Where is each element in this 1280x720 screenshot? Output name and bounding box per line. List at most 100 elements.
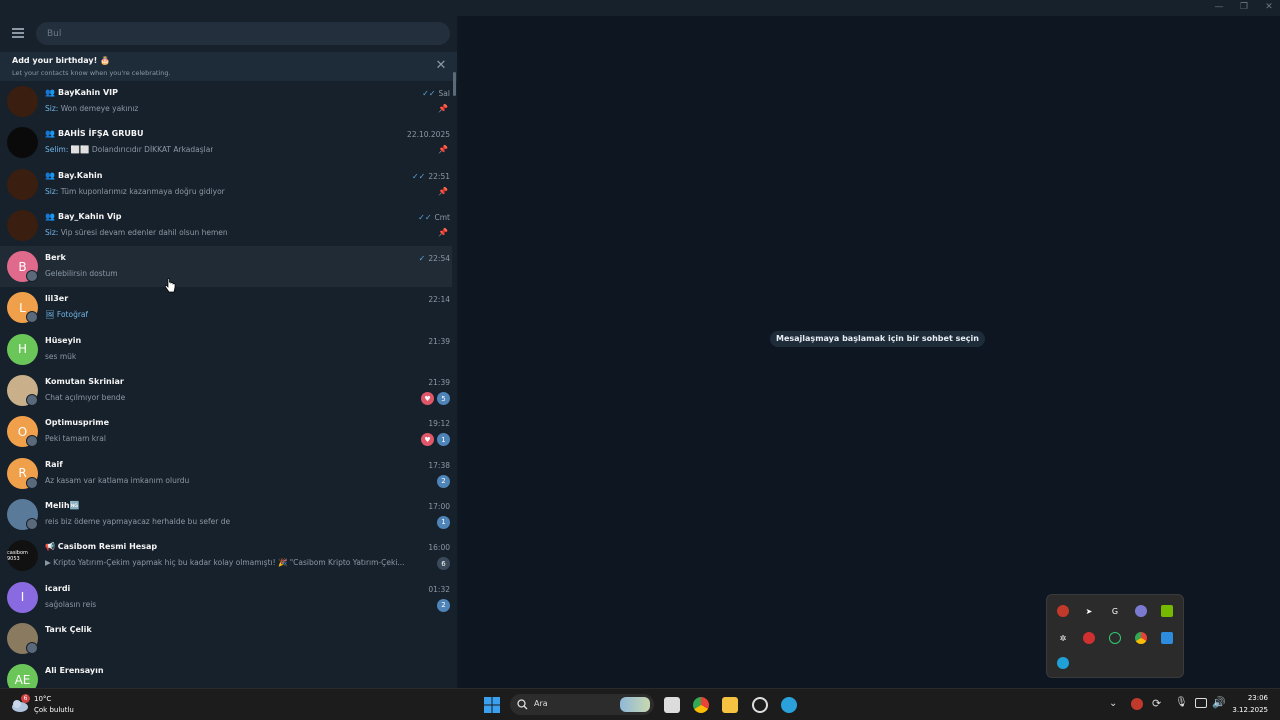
nvidia-tray-icon[interactable] (1161, 605, 1173, 617)
app-icon[interactable] (752, 697, 768, 713)
story-badge-icon (26, 394, 38, 407)
app-tray-icon[interactable] (1083, 632, 1095, 644)
chat-sender: Siz: (45, 227, 59, 237)
sync-icon[interactable]: ⟳ (1152, 697, 1161, 710)
network-icon[interactable] (1195, 698, 1207, 708)
avatar (7, 209, 38, 241)
chat-badges: 2 (437, 474, 450, 488)
chat-name-text: Raif (45, 459, 63, 469)
weather-badge: 6 (21, 694, 30, 703)
file-explorer-icon[interactable] (722, 697, 738, 713)
chat-time: 22.10.2025 (407, 130, 450, 139)
group-icon: 👥 (45, 88, 55, 97)
chat-list-item[interactable]: B Berk ✓ 22:54 Gelebilirsin dostum (0, 246, 452, 288)
chat-preview-text: Vip süresi devam edenler dahil olsun hem… (60, 227, 228, 237)
chat-name: icardi (45, 584, 70, 593)
chat-name: Ali Erensayın (45, 666, 104, 675)
chrome-tray-icon[interactable] (1135, 632, 1147, 644)
group-icon: 👥 (45, 170, 55, 180)
chat-preview: Peki tamam kral (45, 434, 106, 443)
chat-preview: Siz: Vip süresi devam edenler dahil olsu… (45, 228, 228, 237)
chat-list-item[interactable]: Tarık Çelik (0, 618, 452, 659)
chat-badges: 6 (437, 557, 450, 571)
chat-sender: Selim: (45, 145, 69, 155)
chat-time: ✓✓ 22:51 (412, 172, 450, 181)
telegram-tray-icon[interactable]: ➤ (1083, 605, 1095, 617)
app-tray-icon[interactable] (1135, 605, 1147, 617)
chat-time-text: 22:54 (428, 254, 450, 264)
app-tray-icon[interactable] (1161, 632, 1173, 644)
chat-list-item[interactable]: 👥 Bay_Kahin Vip ✓✓ Cmt Siz: Vip süresi devam… (0, 205, 452, 246)
unread-count-badge: 2 (437, 598, 450, 612)
chat-time-text: 19:12 (428, 419, 450, 429)
chat-badges: 2 (437, 598, 450, 612)
edge-tray-icon[interactable] (1057, 657, 1069, 669)
mouse-cursor (165, 278, 176, 293)
chat-preview-text: reis biz ödeme yapmayacaz herhalde bu se… (45, 516, 231, 526)
avatar (7, 86, 38, 117)
read-check-icon: ✓✓ (418, 212, 432, 222)
app-tray-icon[interactable] (1109, 632, 1121, 644)
clock-date[interactable]: 3.12.2025 (1226, 706, 1268, 714)
chat-time-text: 01:32 (428, 584, 450, 594)
chat-list-item[interactable]: Llil3er 22:14 🖼 Fotoğraf (0, 287, 452, 328)
chat-list-item[interactable]: 👥 Bay.Kahin ✓✓ 22:51 Siz: Tüm kuponlarımız k… (0, 164, 452, 205)
microphone-icon[interactable]: 🎙 (1175, 697, 1188, 708)
chat-name: Berk (45, 253, 66, 262)
menu-icon[interactable] (12, 28, 24, 38)
chat-list-item[interactable]: R Raif 17:38 Az kasam var katlama imkanım o… (0, 453, 452, 494)
chat-sender: Siz: (45, 186, 59, 196)
chat-name-text: BayKahin VIP (57, 88, 118, 97)
chat-preview-text: ses mük (45, 351, 77, 361)
chat-list-item[interactable]: casibom 9053 📢 Casibom Resmi Hesap 16:00 ▶ … (0, 535, 452, 576)
chat-name-text: Bay.Kahin (57, 170, 103, 180)
chat-name: Tarık Çelik (45, 625, 92, 634)
restore-button[interactable]: ❐ (1237, 2, 1251, 12)
heart-reaction-icon: ♥ (421, 433, 434, 447)
chat-preview: sağolasın reis (45, 600, 96, 609)
chrome-icon[interactable] (693, 697, 709, 713)
app-tray-icon[interactable]: G (1109, 605, 1121, 617)
birthday-banner[interactable]: Add your birthday! 🎂 Let your contacts k… (0, 52, 457, 81)
chat-time: ✓✓ Cmt (418, 213, 450, 222)
search-highlight-image (620, 697, 650, 712)
app-tray-icon[interactable] (1057, 605, 1069, 617)
clock-time[interactable]: 23:06 (1236, 694, 1268, 702)
window-titlebar: — ❐ ✕ (0, 0, 1280, 16)
chat-list-item[interactable]: 👥 BAHİS İFŞA GRUBU 22.10.2025 Selim: ⬜⬜ Dol… (0, 122, 452, 163)
panel-divider[interactable] (457, 16, 459, 688)
taskbar-search[interactable]: Ara (510, 694, 654, 715)
weather-icon[interactable]: 6 (10, 694, 30, 714)
chat-list-item[interactable]: 👥 BayKahin VIP ✓✓ Sal Siz: Won demeye yakını… (0, 81, 452, 122)
chat-preview-text: Tüm kuponlarımız kazanmaya doğru gidiyor (60, 186, 225, 196)
chat-list-item[interactable]: Komutan Skriniar 21:39 Chat açılmıyor bend… (0, 370, 452, 411)
minimize-button[interactable]: — (1212, 2, 1226, 12)
close-window-button[interactable]: ✕ (1262, 2, 1276, 12)
unread-count-badge: 6 (437, 557, 450, 571)
tray-overflow-popup: ➤ G ✲ (1046, 594, 1184, 678)
chat-preview: Az kasam var katlama imkanım olurdu (45, 476, 189, 485)
chevron-down-icon[interactable]: ⌄ (1109, 698, 1117, 709)
chat-preview-text: ▶ Kripto Yatırım-Çekim yapmak hiç bu kad… (45, 558, 405, 568)
chat-list-item[interactable]: Melih🆖 17:00 reis biz ödeme yapmayacaz her… (0, 494, 452, 535)
chat-badges: ♥ 5 (421, 392, 450, 406)
unread-count-badge: 1 (437, 433, 450, 447)
windows-start-icon[interactable] (484, 697, 500, 713)
app-tray-icon[interactable]: ✲ (1057, 632, 1069, 644)
volume-icon[interactable]: 🔊 (1212, 696, 1226, 709)
task-view-icon[interactable] (664, 697, 680, 713)
telegram-icon[interactable] (781, 697, 797, 713)
chat-list-item[interactable]: H Hüseyin 21:39 ses mük (0, 329, 452, 370)
chat-list-item[interactable]: AE Ali Erensayın (0, 659, 452, 688)
chat-name: Raif (45, 460, 63, 469)
chat-preview-text: 🖼 Fotoğraf (45, 310, 89, 320)
chat-name-text: Bay_Kahin Vip (57, 211, 122, 221)
tray-app-icon[interactable] (1131, 698, 1143, 710)
chat-list-item[interactable]: Iicardi 01:32 sağolasın reis 2 (0, 577, 452, 618)
close-icon[interactable]: ✕ (434, 58, 448, 73)
search-input[interactable] (36, 22, 450, 45)
chat-time-text: 17:38 (428, 460, 450, 470)
chat-time-text: 22:51 (428, 171, 450, 181)
chat-name: Melih🆖 (45, 501, 80, 510)
chat-list-item[interactable]: O Optimusprime 19:12 Peki tamam kral ♥ 1 (0, 411, 452, 452)
